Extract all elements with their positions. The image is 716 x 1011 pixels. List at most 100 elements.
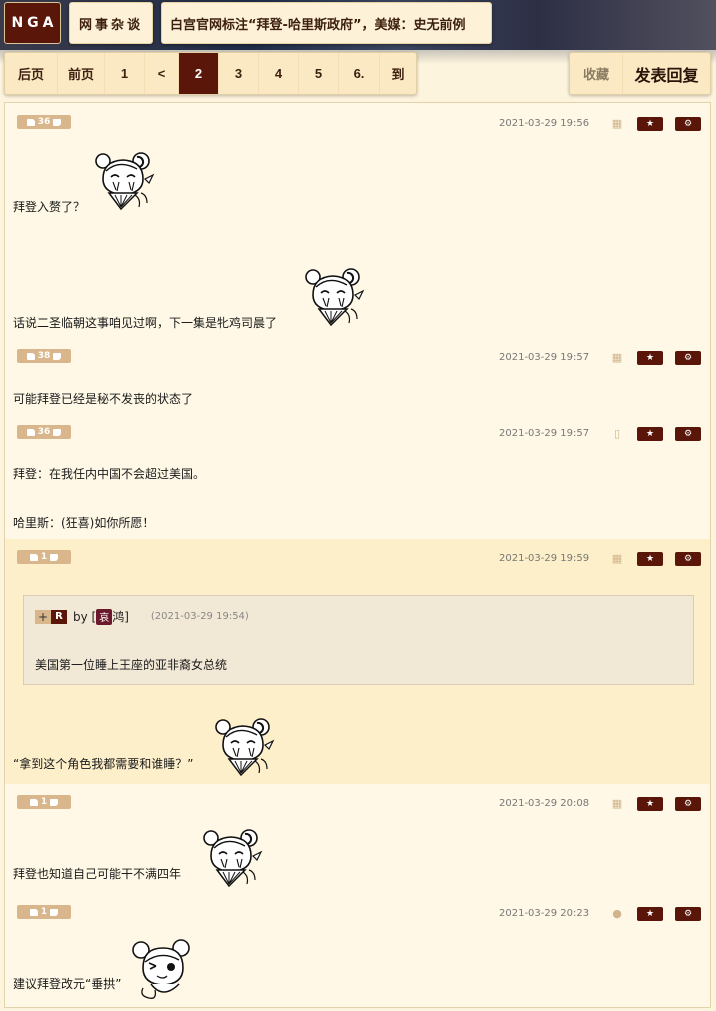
quote-author[interactable]: 鸿]	[112, 608, 129, 625]
star-button[interactable]: ★	[637, 907, 663, 921]
pager-prev-page[interactable]: 前页	[58, 53, 105, 94]
gear-icon: ⚙	[683, 119, 693, 129]
settings-button[interactable]: ⚙	[675, 351, 701, 365]
star-button[interactable]: ★	[637, 552, 663, 566]
star-icon: ★	[645, 353, 655, 363]
like-count: 1	[40, 907, 48, 917]
star-button[interactable]: ★	[637, 797, 663, 811]
thumbs-down-icon	[53, 352, 62, 360]
post-text: 建议拜登改元“垂拱”	[13, 977, 122, 991]
breadcrumb-forum[interactable]: 网事杂谈	[69, 2, 153, 44]
settings-button[interactable]: ⚙	[675, 117, 701, 131]
like-badge[interactable]: 38	[17, 349, 71, 363]
reply-button[interactable]: 发表回复	[623, 53, 710, 94]
pager-page-4[interactable]: 4	[259, 53, 299, 94]
site-logo[interactable]: NGA	[4, 2, 61, 44]
pager-page-3[interactable]: 3	[219, 53, 259, 94]
pager-next-page[interactable]: 后页	[5, 53, 58, 94]
pager-page-5[interactable]: 5	[299, 53, 339, 94]
post-time: 2021-03-29 20:23	[499, 908, 590, 919]
gear-icon: ⚙	[683, 799, 693, 809]
thumbs-down-icon	[50, 553, 59, 561]
post-time: 2021-03-29 19:59	[499, 553, 590, 564]
thumbs-down-icon	[50, 798, 59, 806]
android-icon: ▦	[611, 351, 623, 364]
settings-button[interactable]: ⚙	[675, 907, 701, 921]
quote-block: + R by [ 哀 鸿] (2021-03-29 19:54) 美国第一位睡上…	[23, 595, 694, 685]
like-count: 36	[37, 117, 51, 127]
breadcrumb-thread-title[interactable]: 白宫官网标注“拜登-哈里斯政府”，美媒：史无前例	[161, 2, 492, 44]
like-count: 36	[37, 427, 51, 437]
like-badge[interactable]: 36	[17, 115, 71, 129]
like-badge[interactable]: 1	[17, 550, 71, 564]
pager-goto[interactable]: 到	[380, 53, 416, 94]
post-time: 2021-03-29 19:57	[499, 428, 590, 439]
pager-page-2-current[interactable]: 2	[179, 53, 219, 94]
like-badge[interactable]: 36	[17, 425, 71, 439]
gear-icon: ⚙	[683, 554, 693, 564]
post-text: “拿到这个角色我都需要和谁睡？”	[13, 757, 194, 771]
post-text: 拜登入赘了？	[13, 200, 86, 214]
avatar[interactable]: 哀	[96, 608, 113, 625]
star-icon: ★	[645, 554, 655, 564]
quote-header: + R by [ 哀 鸿] (2021-03-29 19:54)	[35, 608, 249, 625]
thumbs-up-icon	[26, 352, 35, 360]
thumbs-up-icon	[26, 428, 35, 436]
like-count: 1	[40, 797, 48, 807]
post-text: 拜登：在我任内中国不会超过美国。	[13, 467, 206, 481]
star-button[interactable]: ★	[637, 427, 663, 441]
favorite-button[interactable]: 收藏	[570, 53, 623, 94]
pager-page-6[interactable]: 6.	[339, 53, 380, 94]
post-text: 话说二圣临朝这事咱见过啊，下一集是牝鸡司晨了	[13, 316, 278, 330]
gear-icon: ⚙	[683, 429, 693, 439]
pager-page-1[interactable]: 1	[105, 53, 145, 94]
post-6: 1 2021-03-29 20:23 ● ★ ⚙ 建议拜登改元“垂拱”	[5, 894, 710, 1007]
like-count: 1	[40, 552, 48, 562]
thread-actions: 收藏 发表回复	[569, 52, 711, 95]
expand-quote-button[interactable]: +	[35, 609, 51, 624]
post-1: 36 2021-03-29 19:56 ▦ ★ ⚙ 拜登入赘了？ 话说二圣临朝这…	[5, 103, 710, 344]
post-text: 拜登也知道自己可能干不满四年	[13, 867, 182, 881]
settings-button[interactable]: ⚙	[675, 427, 701, 441]
like-badge[interactable]: 1	[17, 905, 71, 919]
sticker-laughing-image	[203, 829, 262, 887]
pager-prev-arrow[interactable]: <	[145, 53, 179, 94]
reply-badge: R	[51, 609, 67, 624]
quote-by: by [	[73, 609, 97, 624]
thumbs-up-icon	[29, 798, 38, 806]
post-3: 36 2021-03-29 19:57 ▯ ★ ⚙ 拜登：在我任内中国不会超过美…	[5, 414, 710, 538]
sticker-laughing-image	[95, 152, 154, 210]
post-5: 1 2021-03-29 20:08 ▦ ★ ⚙ 拜登也知道自己可能干不满四年	[5, 784, 710, 894]
thumbs-up-icon	[29, 553, 38, 561]
post-time: 2021-03-29 19:56	[499, 118, 590, 129]
mobile-icon: ▯	[613, 427, 621, 440]
post-4: 1 2021-03-29 19:59 ▦ ★ ⚙ + R by [ 哀 鸿] (…	[5, 539, 710, 784]
settings-button[interactable]: ⚙	[675, 552, 701, 566]
thumbs-down-icon	[53, 428, 62, 436]
quote-text: 美国第一位睡上王座的亚非裔女总统	[35, 658, 228, 672]
gear-icon: ⚙	[683, 353, 693, 363]
post-time: 2021-03-29 20:08	[499, 798, 590, 809]
thumbs-up-icon	[26, 118, 35, 126]
star-icon: ★	[645, 429, 655, 439]
android-icon: ▦	[611, 797, 623, 810]
star-icon: ★	[645, 799, 655, 809]
thumbs-down-icon	[50, 908, 59, 916]
apple-icon: ●	[612, 907, 622, 920]
post-time: 2021-03-29 19:57	[499, 352, 590, 363]
android-icon: ▦	[611, 117, 623, 130]
gear-icon: ⚙	[683, 909, 693, 919]
settings-button[interactable]: ⚙	[675, 797, 701, 811]
star-icon: ★	[645, 909, 655, 919]
post-text: 哈里斯：(狂喜)如你所愿！	[13, 516, 155, 530]
post-text: 可能拜登已经是秘不发丧的状态了	[13, 392, 194, 406]
like-badge[interactable]: 1	[17, 795, 71, 809]
star-button[interactable]: ★	[637, 351, 663, 365]
star-button[interactable]: ★	[637, 117, 663, 131]
thumbs-down-icon	[53, 118, 62, 126]
star-icon: ★	[645, 119, 655, 129]
like-count: 38	[37, 351, 51, 361]
sticker-pouting-image	[132, 939, 190, 1000]
post-list: 36 2021-03-29 19:56 ▦ ★ ⚙ 拜登入赘了？ 话说二圣临朝这…	[4, 102, 711, 1008]
post-2: 38 2021-03-29 19:57 ▦ ★ ⚙ 可能拜登已经是秘不发丧的状态…	[5, 344, 710, 414]
